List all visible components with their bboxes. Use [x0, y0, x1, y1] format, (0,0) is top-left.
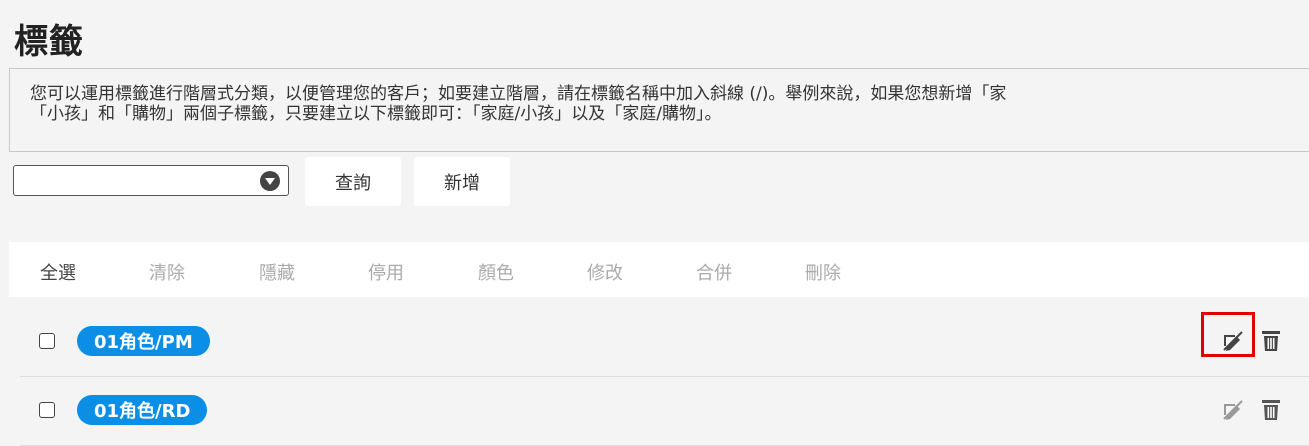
row-checkbox[interactable] [39, 333, 55, 349]
dropdown-arrow-icon[interactable] [260, 171, 280, 191]
disable-button[interactable]: 停用 [368, 259, 404, 285]
tag-label[interactable]: 01角色/RD [77, 395, 208, 425]
tag-filter-select[interactable] [13, 165, 289, 196]
trash-icon[interactable] [1260, 398, 1282, 422]
page-title: 標籤 [14, 22, 84, 62]
info-line-2: 「小孩」和「購物」兩個子標籤，只要建立以下標籤即可：「家庭/小孩」以及「家庭/購… [30, 104, 722, 124]
trash-icon[interactable] [1260, 329, 1282, 353]
color-button[interactable]: 顏色 [478, 259, 514, 285]
add-button[interactable]: 新增 [414, 157, 510, 206]
query-button[interactable]: 查詢 [305, 157, 401, 206]
info-line-1: 您可以運用標籤進行階層式分類，以便管理您的客戶；如要建立階層，請在標籤名稱中加入… [30, 84, 1007, 104]
hide-button[interactable]: 隱藏 [259, 259, 295, 285]
tag-label[interactable]: 01角色/PM [77, 326, 210, 356]
clear-button[interactable]: 清除 [149, 259, 185, 285]
edit-icon-highlight [1201, 312, 1255, 357]
edit-pencil-icon[interactable] [1222, 399, 1244, 421]
bulk-action-toolbar: 全選 清除 隱藏 停用 顏色 修改 合併 刪除 [9, 242, 1309, 297]
merge-button[interactable]: 合併 [696, 259, 732, 285]
select-all-button[interactable]: 全選 [40, 259, 76, 285]
tag-row: 01角色/RD [20, 377, 1309, 446]
row-checkbox[interactable] [39, 402, 55, 418]
modify-button[interactable]: 修改 [587, 259, 623, 285]
info-box: 您可以運用標籤進行階層式分類，以便管理您的客戶；如要建立階層，請在標籤名稱中加入… [9, 68, 1309, 152]
delete-button[interactable]: 刪除 [805, 259, 841, 285]
tag-row: 01角色/PM [20, 308, 1309, 377]
